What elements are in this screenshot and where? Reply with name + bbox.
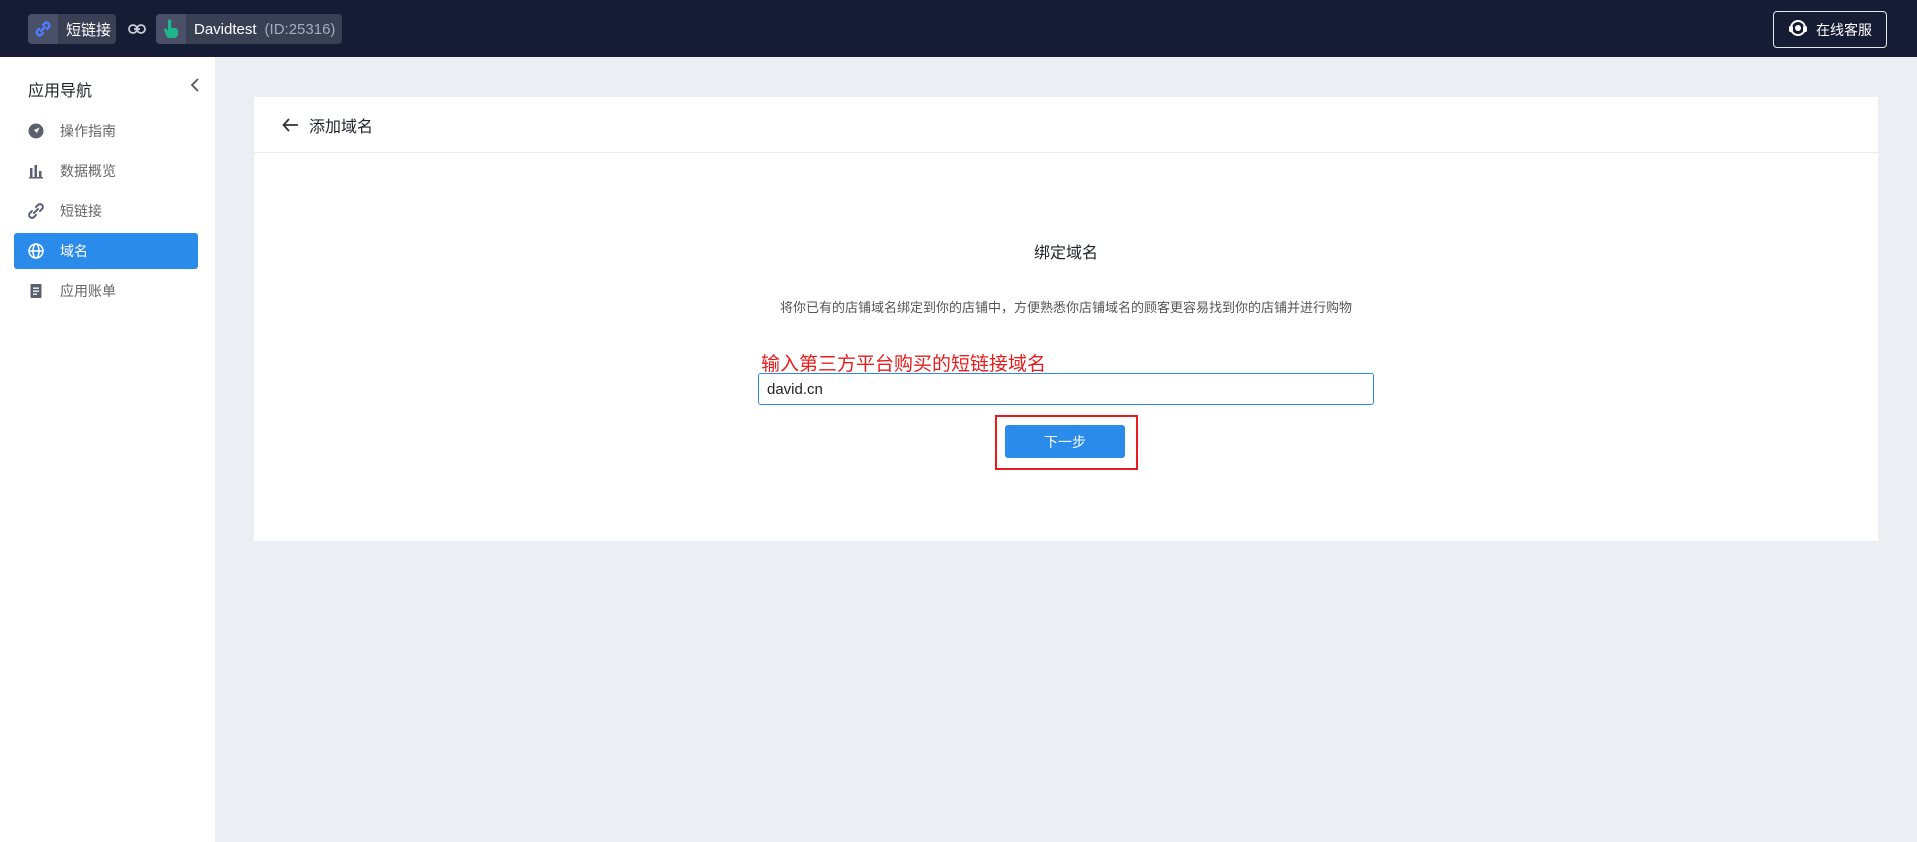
hand-pointer-icon: [156, 14, 186, 44]
app-switcher[interactable]: 短链接: [28, 14, 116, 44]
link-separator-icon: [126, 18, 148, 40]
guide-icon: [28, 123, 44, 139]
next-step-button[interactable]: 下一步: [1005, 425, 1125, 458]
nav-label: 操作指南: [60, 123, 116, 139]
sidebar-title: 应用导航: [28, 83, 93, 100]
nav-item-app-bill[interactable]: 应用账单: [14, 273, 198, 309]
card-header: 添加域名: [254, 97, 1878, 153]
bar-chart-icon: [28, 163, 44, 179]
collapse-chevron-icon[interactable]: [188, 77, 202, 93]
page-title: 添加域名: [309, 118, 374, 136]
sidebar: 应用导航 操作指南 数据概览 短链接 域名 应用账单: [0, 57, 215, 842]
nav-item-data-overview[interactable]: 数据概览: [14, 153, 198, 189]
annotation-text: 输入第三方平台购买的短链接域名: [761, 353, 1047, 375]
nav-item-domain[interactable]: 域名: [14, 233, 198, 269]
nav-item-short-link[interactable]: 短链接: [14, 193, 198, 229]
app-nav: 操作指南 数据概览 短链接 域名 应用账单: [14, 113, 198, 313]
online-support-button[interactable]: 在线客服: [1773, 11, 1887, 48]
form-description: 将你已有的店铺域名绑定到你的店铺中，方便熟悉你店铺域名的顾客更容易找到你的店铺并…: [779, 300, 1352, 315]
chain-link-icon: [28, 14, 58, 44]
nav-label: 应用账单: [60, 283, 116, 299]
shop-id: (ID:25316): [264, 20, 336, 38]
back-arrow-icon[interactable]: [281, 115, 301, 135]
globe-icon: [28, 243, 44, 259]
domain-input[interactable]: [758, 373, 1374, 405]
form-title: 绑定域名: [1033, 245, 1098, 262]
support-label: 在线客服: [1816, 21, 1872, 38]
nav-label: 域名: [60, 243, 88, 259]
shop-name: Davidtest: [194, 20, 257, 38]
bill-icon: [28, 283, 44, 299]
top-bar: 短链接 Davidtest (ID:25316) 在线客服: [0, 0, 1917, 57]
nav-item-guide[interactable]: 操作指南: [14, 113, 198, 149]
app-name: 短链接: [66, 21, 112, 39]
add-domain-card: 添加域名 绑定域名 将你已有的店铺域名绑定到你的店铺中，方便熟悉你店铺域名的顾客…: [254, 97, 1878, 541]
headset-icon: [1788, 19, 1808, 40]
shop-switcher[interactable]: Davidtest (ID:25316): [156, 14, 342, 44]
link-icon: [28, 203, 44, 219]
nav-label: 数据概览: [60, 163, 116, 179]
nav-label: 短链接: [60, 203, 102, 219]
